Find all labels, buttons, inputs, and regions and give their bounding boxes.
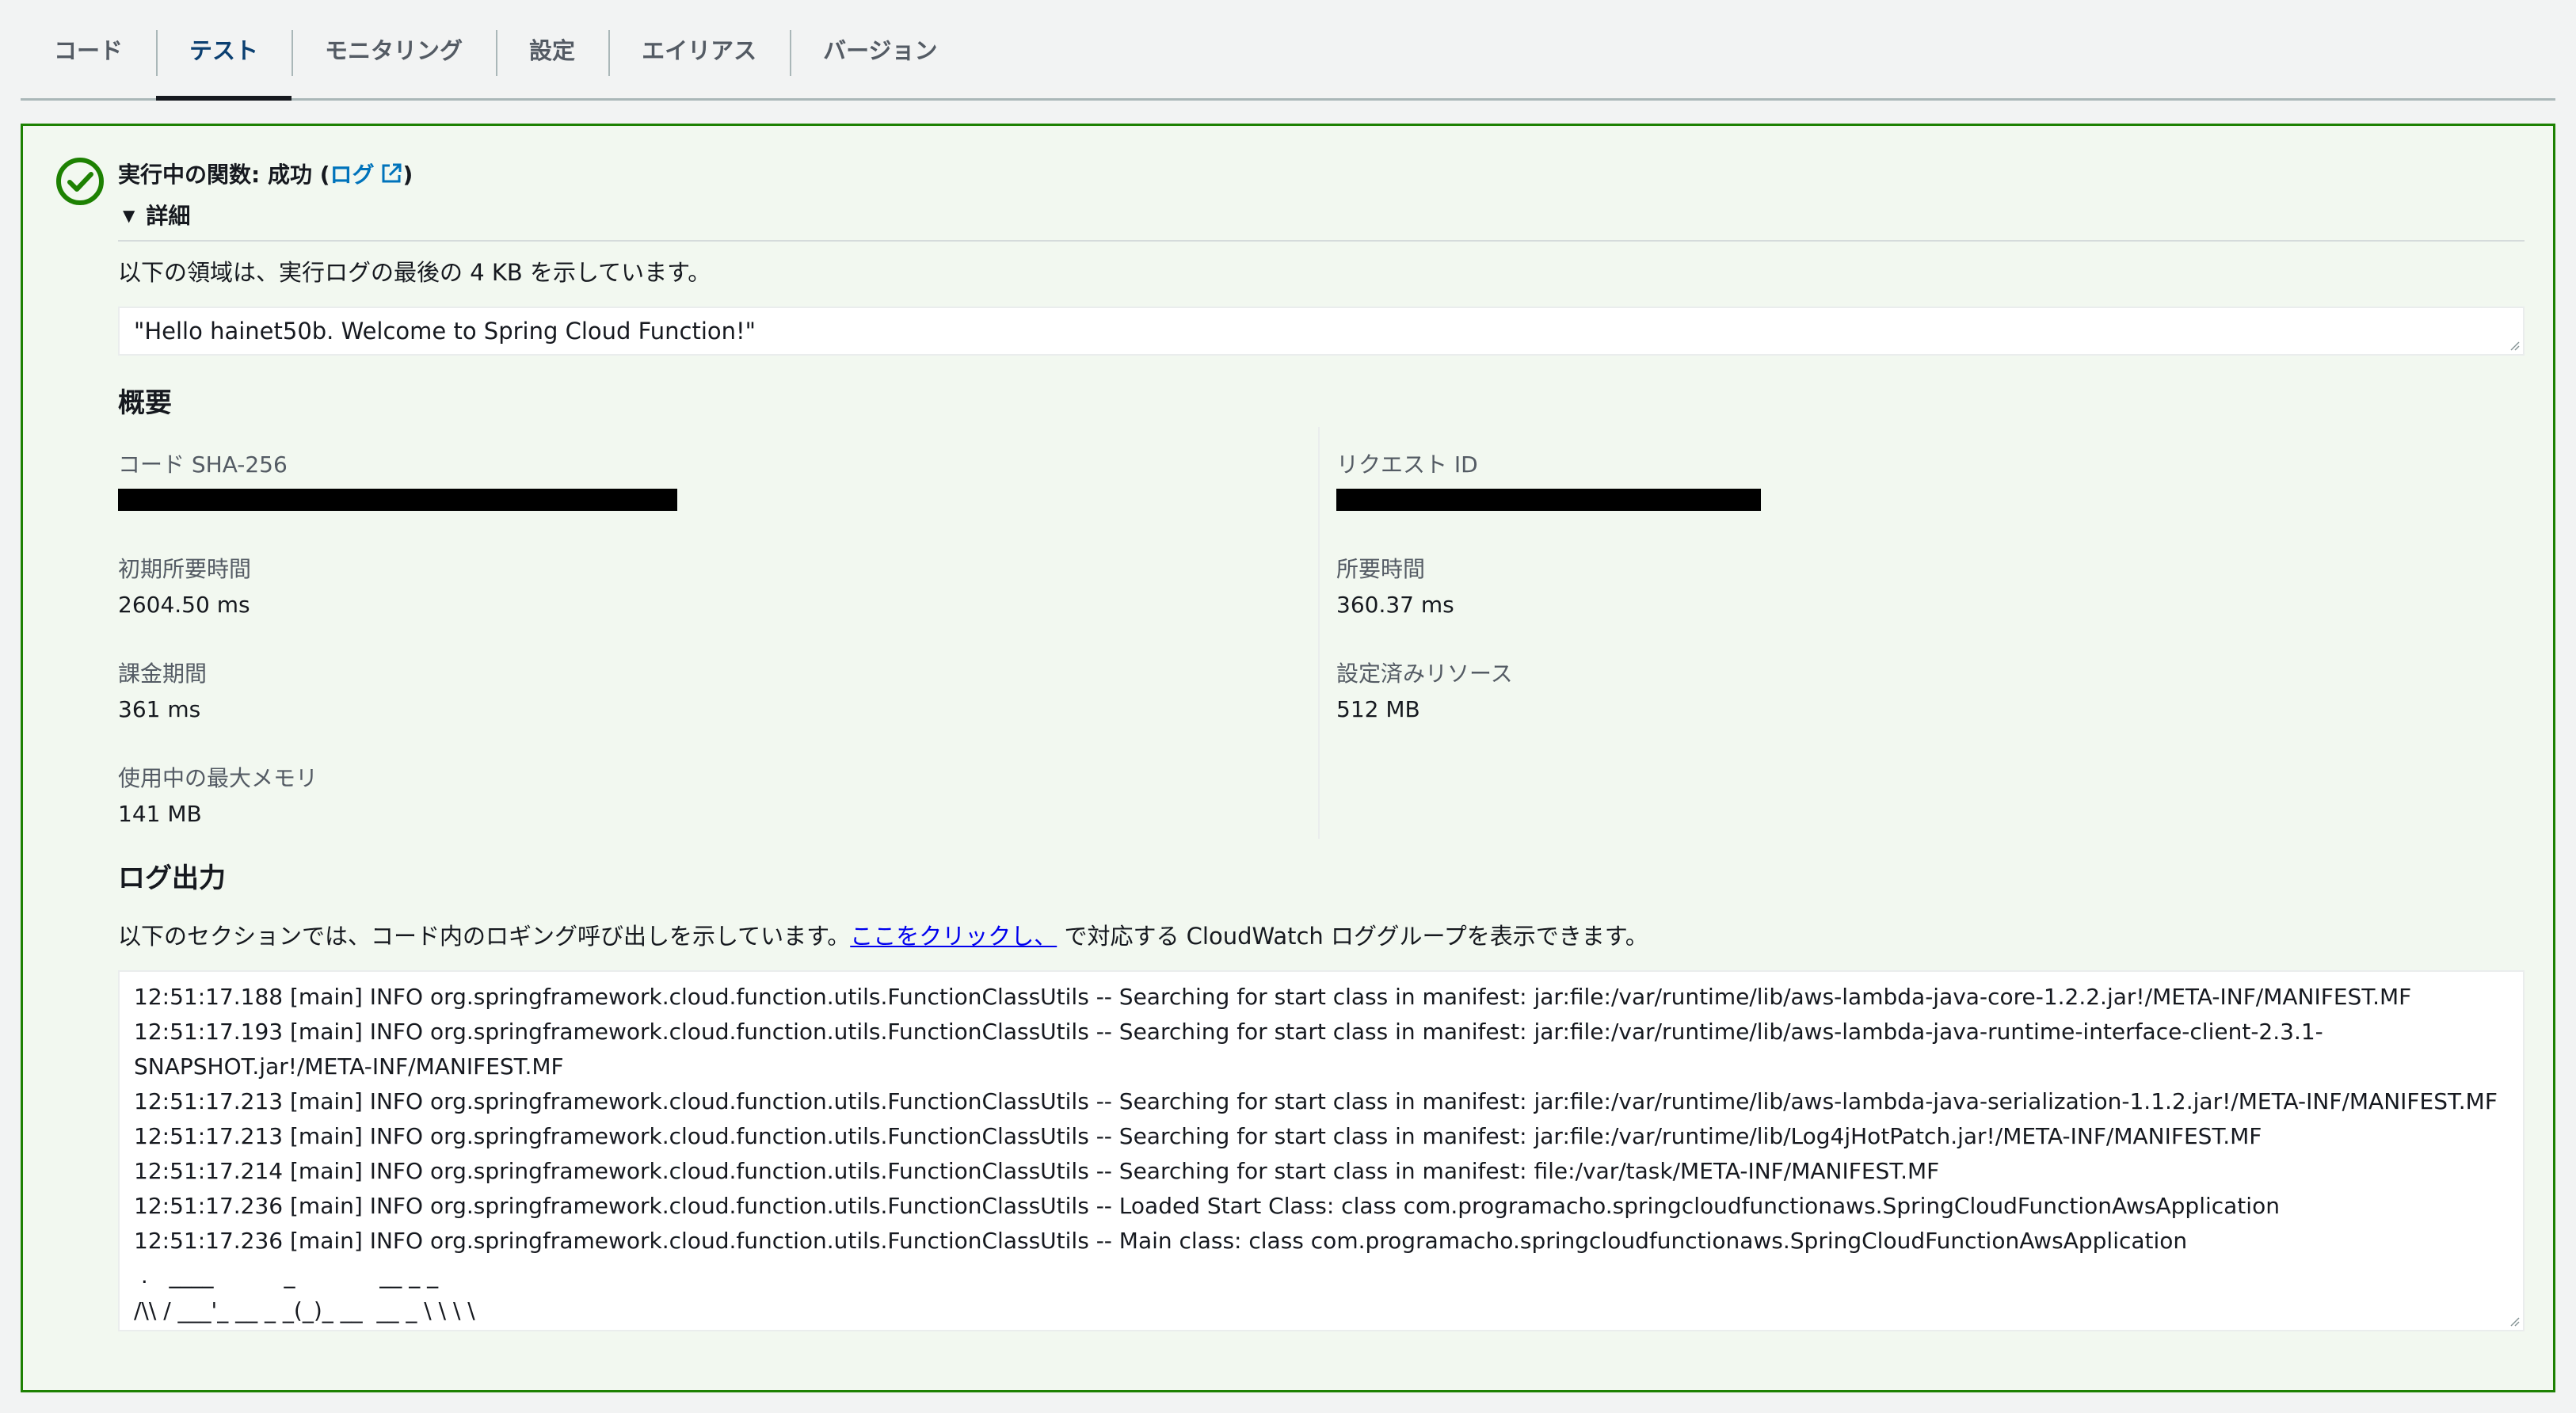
result-description: 以下の領域は、実行ログの最後の 4 KB を示しています。 bbox=[118, 259, 711, 286]
max-memory-label: 使用中の最大メモリ bbox=[118, 765, 318, 791]
function-output-text: "Hello hainet50b. Welcome to Spring Clou… bbox=[134, 318, 756, 345]
duration-label: 所要時間 bbox=[1336, 556, 1426, 582]
max-memory-value: 141 MB bbox=[118, 801, 202, 827]
tab-bar: コード テスト モニタリング 設定 エイリアス バージョン bbox=[21, 0, 2555, 101]
log-line: 12:51:17.236 [main] INFO org.springframe… bbox=[134, 1228, 2188, 1254]
status-text: 実行中の関数: 成功 ( bbox=[118, 162, 330, 188]
init-duration-label: 初期所要時間 bbox=[118, 556, 252, 582]
log-line: 12:51:17.236 [main] INFO org.springframe… bbox=[134, 1193, 2280, 1219]
log-line: 12:51:17.213 [main] INFO org.springframe… bbox=[134, 1123, 2262, 1149]
execution-status: 実行中の関数: 成功 (ログ) bbox=[118, 158, 413, 189]
log-line: 12:51:17.213 [main] INFO org.springframe… bbox=[134, 1088, 2498, 1114]
summary-title: 概要 bbox=[118, 387, 172, 419]
init-duration-value: 2604.50 ms bbox=[118, 592, 250, 618]
code-sha-label: コード SHA-256 bbox=[118, 451, 288, 478]
details-divider bbox=[118, 240, 2525, 242]
request-id-redacted bbox=[1336, 489, 1761, 511]
code-sha-redacted bbox=[118, 489, 677, 511]
external-link-icon bbox=[382, 163, 402, 183]
details-label: 詳細 bbox=[146, 203, 191, 229]
tab-aliases[interactable]: エイリアス bbox=[608, 0, 790, 98]
tab-test[interactable]: テスト bbox=[156, 0, 292, 101]
tab-code[interactable]: コード bbox=[21, 0, 156, 98]
tab-configuration[interactable]: 設定 bbox=[496, 0, 608, 98]
log-line: /\\ / ___'_ __ _ _(_)_ __ __ _ \ \ \ \ bbox=[134, 1297, 475, 1323]
caret-down-icon: ▼ bbox=[123, 206, 135, 225]
log-desc-after: で対応する CloudWatch ロググループを表示できます。 bbox=[1057, 923, 1648, 950]
log-desc-before: 以下のセクションでは、コード内のロギング呼び出しを示しています。 bbox=[118, 923, 851, 950]
log-output-box[interactable]: 12:51:17.188 [main] INFO org.springframe… bbox=[118, 970, 2525, 1331]
duration-value: 360.37 ms bbox=[1336, 592, 1454, 618]
log-link-label: ログ bbox=[330, 162, 375, 188]
check-circle-icon bbox=[56, 158, 104, 205]
memory-configured-label: 設定済みリソース bbox=[1336, 661, 1513, 687]
log-output-description: 以下のセクションでは、コード内のロギング呼び出しを示しています。ここをクリックし… bbox=[118, 918, 1648, 951]
cloudwatch-link[interactable]: ここをクリックし、 bbox=[850, 923, 1057, 950]
resize-grip-icon[interactable] bbox=[2509, 340, 2520, 351]
log-line: 12:51:17.193 [main] INFO org.springframe… bbox=[134, 1019, 2323, 1080]
tab-versions[interactable]: バージョン bbox=[790, 0, 970, 98]
details-toggle[interactable]: ▼ 詳細 bbox=[123, 199, 190, 230]
request-id-label: リクエスト ID bbox=[1336, 451, 1478, 478]
billed-duration-value: 361 ms bbox=[118, 696, 201, 722]
execution-result-panel: 実行中の関数: 成功 (ログ) ▼ 詳細 以下の領域は、実行ログの最後の 4 KB… bbox=[21, 124, 2555, 1392]
status-suffix: ) bbox=[402, 162, 413, 188]
log-link[interactable]: ログ bbox=[330, 162, 403, 188]
log-line: 12:51:17.214 [main] INFO org.springframe… bbox=[134, 1158, 1940, 1184]
memory-configured-value: 512 MB bbox=[1336, 696, 1420, 722]
log-line: . ____ _ __ _ _ bbox=[134, 1263, 439, 1289]
log-line: 12:51:17.188 [main] INFO org.springframe… bbox=[134, 984, 2412, 1010]
log-output-title: ログ出力 bbox=[118, 863, 226, 894]
billed-duration-label: 課金期間 bbox=[118, 661, 208, 687]
resize-grip-icon[interactable] bbox=[2509, 1316, 2520, 1327]
tab-monitoring[interactable]: モニタリング bbox=[292, 0, 496, 98]
summary-column-divider bbox=[1318, 427, 1320, 839]
function-output[interactable]: "Hello hainet50b. Welcome to Spring Clou… bbox=[118, 307, 2525, 356]
